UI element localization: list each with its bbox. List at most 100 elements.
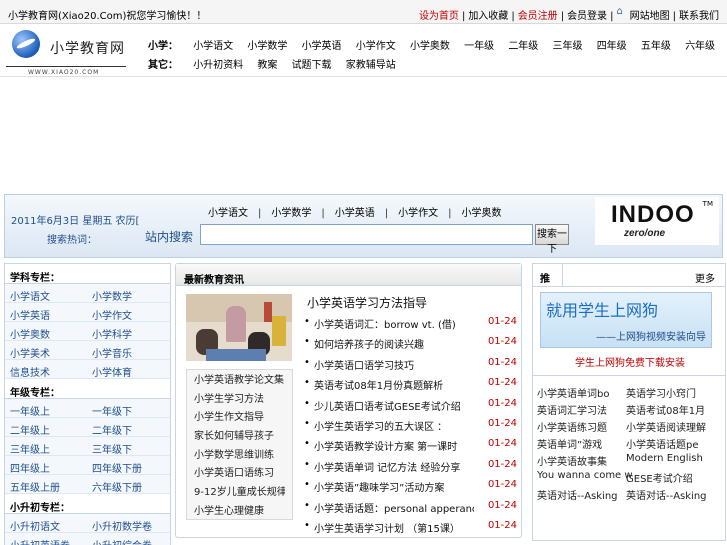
contact-link[interactable]: 联系我们 bbox=[679, 11, 719, 22]
recommend-item[interactable]: 英语对话--Asking bbox=[537, 487, 618, 502]
recommend-item[interactable]: 小学英语单词bo bbox=[537, 385, 609, 400]
recommend-item[interactable]: You wanna come w bbox=[537, 470, 633, 481]
news-title[interactable]: 英语考试08年1月份真题解析 bbox=[314, 377, 474, 392]
nav-item[interactable]: 一年级 bbox=[464, 37, 494, 52]
bullet: • bbox=[304, 397, 310, 409]
category-link[interactable]: 小学美术 bbox=[10, 345, 50, 360]
indoo-brand-ad[interactable]: INDOO TM zero/one bbox=[595, 197, 719, 245]
category-link[interactable]: 三年级下 bbox=[92, 441, 132, 456]
news-title[interactable]: 小学生英语学习的五大误区 ： bbox=[314, 418, 474, 433]
category-link[interactable]: 小学数学 bbox=[92, 288, 132, 303]
category-link[interactable]: 小升初语文 bbox=[10, 518, 60, 533]
sublist-item[interactable]: 小学英语教学论文集 bbox=[194, 372, 285, 391]
register-link[interactable]: 会员注册 bbox=[518, 11, 558, 22]
category-link[interactable]: 小学语文 bbox=[10, 288, 50, 303]
category-link[interactable]: 小升初英语卷 bbox=[10, 537, 70, 545]
nav-item[interactable]: 三年级 bbox=[553, 37, 583, 52]
tab-recommend[interactable]: 推荐 bbox=[533, 264, 563, 300]
shangwanggou-banner[interactable]: 就用学生上网狗 ——上网狗视频安装向导 bbox=[540, 292, 712, 348]
category-link[interactable]: 小学奥数 bbox=[10, 326, 50, 341]
nav-item[interactable]: 六年级 bbox=[685, 37, 715, 52]
news-title[interactable]: 小学英语教学设计方案 第一课时 bbox=[314, 438, 474, 453]
search-label: 站内搜索 bbox=[145, 230, 194, 244]
category-link[interactable]: 小升初综合卷 bbox=[92, 537, 152, 545]
quick-link[interactable]: 小学奥数 bbox=[462, 208, 502, 219]
category-link[interactable]: 一年级下 bbox=[92, 403, 132, 418]
category-link[interactable]: 四年级下册 bbox=[92, 460, 142, 475]
nav-item[interactable]: 四年级 bbox=[597, 37, 627, 52]
nav-item[interactable]: 小学作文 bbox=[356, 37, 396, 52]
headline-link[interactable]: 小学英语学习方法指导 bbox=[307, 294, 427, 311]
quick-link[interactable]: 小学数学 bbox=[271, 208, 311, 219]
news-title[interactable]: 如何培养孩子的阅读兴趣 bbox=[314, 336, 474, 351]
news-title[interactable]: 小学英语单词 记忆方法 经验分享 bbox=[314, 459, 474, 474]
sublist-item[interactable]: 小学生心理健康 bbox=[194, 503, 285, 522]
recommend-item[interactable]: 英语单词”游戏 bbox=[537, 436, 602, 451]
recommend-item[interactable]: GESE考试介绍 bbox=[626, 470, 693, 485]
recommend-item[interactable]: 小学英语阅读理解 bbox=[626, 419, 706, 434]
category-link[interactable]: 小升初数学卷 bbox=[92, 518, 152, 533]
sublist-item[interactable]: 9-12岁儿童成长规律 bbox=[194, 484, 285, 503]
nav-item[interactable]: 小学奥数 bbox=[410, 37, 450, 52]
recommend-item[interactable]: 英语对话--Asking bbox=[626, 487, 707, 502]
news-title[interactable]: 小学生英语学习计划 （第15课） bbox=[314, 520, 474, 535]
quick-link[interactable]: 小学英语 bbox=[335, 208, 375, 219]
bullet: • bbox=[304, 336, 310, 348]
recommend-item[interactable]: 英语考试08年1月 bbox=[626, 402, 705, 417]
category-link[interactable]: 二年级上 bbox=[10, 422, 50, 437]
quick-link[interactable]: 小学作文 bbox=[398, 208, 438, 219]
recommend-item[interactable]: 英语学习小窍门 bbox=[626, 385, 696, 400]
more-link[interactable]: 更多 bbox=[695, 270, 715, 285]
sublist-item[interactable]: 家长如何辅导孩子 bbox=[194, 428, 285, 447]
category-link[interactable]: 一年级上 bbox=[10, 403, 50, 418]
ad-download-link[interactable]: 学生上网狗免费下载安装 bbox=[533, 354, 727, 369]
category-link[interactable]: 六年级下册 bbox=[92, 479, 142, 494]
news-photo[interactable] bbox=[186, 294, 292, 361]
nav-item[interactable]: 试题下载 bbox=[292, 56, 332, 71]
sublist-item[interactable]: 小学生学习方法 bbox=[194, 391, 285, 410]
recommend-item[interactable]: 小学英语故事集 bbox=[537, 453, 607, 468]
category-link[interactable]: 五年级上册 bbox=[10, 479, 60, 494]
category-link[interactable]: 小学作文 bbox=[92, 307, 132, 322]
news-title[interactable]: 小学英语口语学习技巧 bbox=[314, 357, 474, 372]
nav-item[interactable]: 小升初资料 bbox=[193, 56, 243, 71]
nav-item[interactable]: 小学语文 bbox=[193, 37, 233, 52]
nav-item[interactable]: 小学英语 bbox=[302, 37, 342, 52]
category-link[interactable]: 小学英语 bbox=[10, 307, 50, 322]
news-title[interactable]: 小学英语话题：personal apperance bbox=[314, 500, 474, 515]
nav-item[interactable]: 家教辅导站 bbox=[346, 56, 396, 71]
category-link[interactable]: 信息技术 bbox=[10, 364, 50, 379]
search-button[interactable]: 搜索一下 bbox=[535, 224, 569, 255]
sublist-item[interactable]: 小学数学思维训练 bbox=[194, 447, 285, 466]
quick-link[interactable]: 小学语文 bbox=[208, 208, 248, 219]
nav-item[interactable]: 小学数学 bbox=[247, 37, 287, 52]
search-input[interactable] bbox=[200, 224, 533, 245]
news-title[interactable]: 小学英语词汇：borrow vt. (借) bbox=[314, 316, 474, 331]
nav-item[interactable]: 二年级 bbox=[508, 37, 538, 52]
recommend-item[interactable]: 英语词汇学习法 bbox=[537, 402, 607, 417]
nav-item[interactable]: 五年级 bbox=[641, 37, 671, 52]
category-link[interactable]: 小学音乐 bbox=[92, 345, 132, 360]
photo-sublist: 小学英语教学论文集 小学生学习方法 小学生作文指导 家长如何辅导孩子 小学数学思… bbox=[186, 369, 293, 520]
site-logo[interactable]: 小学教育网 WWW.XIAO20.COM bbox=[6, 28, 126, 76]
news-title[interactable]: 少儿英语口语考试GESE考试介绍 bbox=[314, 398, 474, 413]
category-link[interactable]: 小学体育 bbox=[92, 364, 132, 379]
photo-shape bbox=[206, 349, 266, 361]
nav-item[interactable]: 教案 bbox=[257, 56, 277, 71]
sublist-item[interactable]: 小学英语口语练习 bbox=[194, 465, 285, 484]
news-title[interactable]: 小学英语”趣味学习”活动方案 bbox=[314, 479, 474, 494]
sitemap-link[interactable]: 网站地图 bbox=[630, 11, 670, 22]
brand-logo-text: INDOO bbox=[611, 201, 695, 228]
set-homepage-link[interactable]: 设为首页 bbox=[419, 11, 459, 22]
category-link[interactable]: 小学科学 bbox=[92, 326, 132, 341]
category-link[interactable]: 二年级下 bbox=[92, 422, 132, 437]
recommend-item[interactable]: 小学英语话题pe bbox=[626, 436, 699, 451]
login-link[interactable]: 会员登录 bbox=[567, 11, 607, 22]
category-link[interactable]: 四年级上 bbox=[10, 460, 50, 475]
category-link[interactable]: 三年级上 bbox=[10, 441, 50, 456]
add-favorite-link[interactable]: 加入收藏 bbox=[468, 11, 508, 22]
recommend-item[interactable]: Modern English bbox=[626, 453, 703, 464]
recommend-item[interactable]: 小学英语练习题 bbox=[537, 419, 607, 434]
sublist-item[interactable]: 小学生作文指导 bbox=[194, 409, 285, 428]
photo-shape bbox=[272, 316, 286, 346]
